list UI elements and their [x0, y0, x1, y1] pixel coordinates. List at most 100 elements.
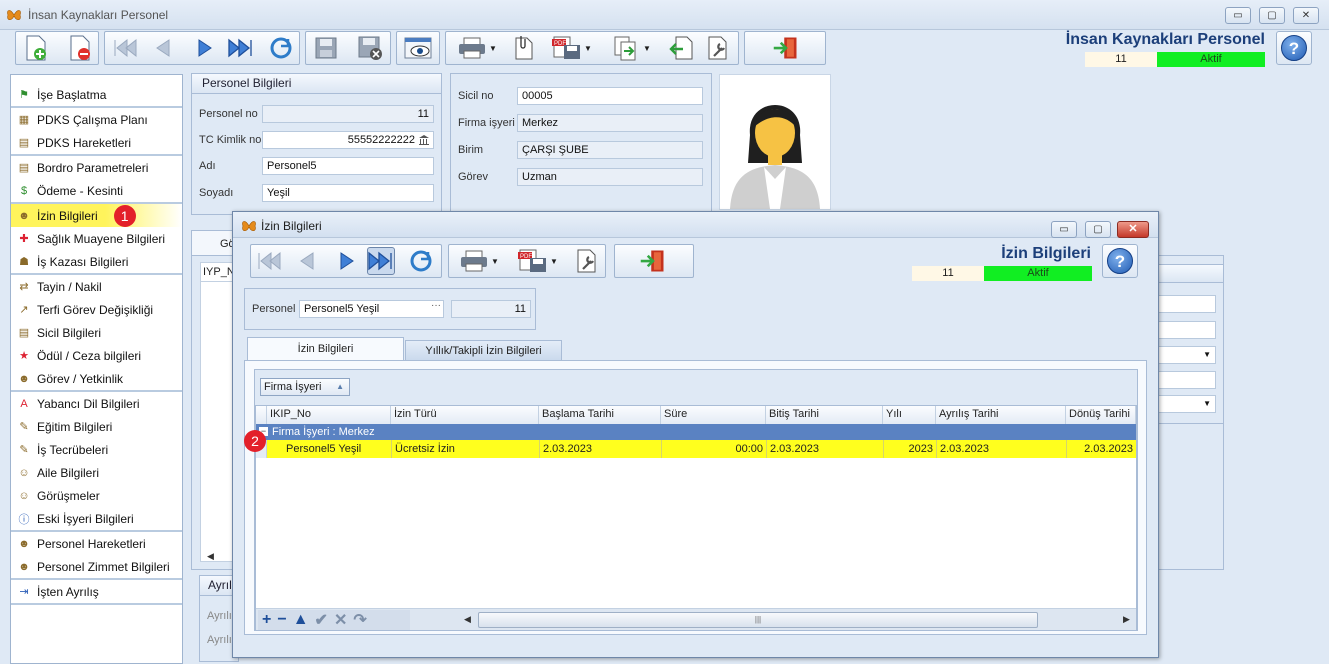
sidebar-item[interactable]: ⇄ Tayin / Nakil — [11, 275, 182, 298]
save-button[interactable] — [312, 34, 340, 62]
grid-cell-sure[interactable]: 00:00 — [661, 440, 766, 458]
grid-cell-ayrilis[interactable]: 2.03.2023 — [936, 440, 1066, 458]
ad-field[interactable]: Personel5 — [262, 157, 434, 175]
grid-column-header[interactable]: Bitiş Tarihi — [766, 406, 883, 424]
cancel-save-button[interactable] — [356, 34, 384, 62]
sidebar-item[interactable]: A Yabancı Dil Bilgileri — [11, 392, 182, 415]
sidebar-item[interactable]: ✚ Sağlık Muayene Bilgileri — [11, 227, 182, 250]
help-button[interactable]: ? — [1276, 31, 1312, 65]
document-export-button[interactable]: ▼ — [606, 34, 658, 62]
refresh-button[interactable] — [267, 34, 295, 62]
dialog-first-button[interactable] — [255, 247, 283, 275]
grid-cell-yili[interactable]: 2023 — [883, 440, 936, 458]
previous-record-button[interactable] — [149, 34, 177, 62]
dialog-exit-button[interactable] — [639, 247, 667, 275]
import-button[interactable] — [668, 34, 696, 62]
background-field-1[interactable] — [1156, 295, 1216, 313]
dialog-maximize-button[interactable]: ▢ — [1085, 221, 1111, 238]
dialog-next-button[interactable] — [333, 247, 361, 275]
navigator-append-icon[interactable]: + — [262, 611, 271, 629]
group-by-chip[interactable]: Firma İşyeri ▲ — [260, 378, 350, 396]
preview-button[interactable] — [404, 34, 432, 62]
dialog-previous-button[interactable] — [293, 247, 321, 275]
sidebar-item[interactable]: ⓘ Eski İşyeri Bilgileri — [11, 507, 182, 530]
scroll-left-icon[interactable]: ◀ — [464, 614, 471, 625]
grid-cell-izin-turu[interactable]: Ücretsiz İzin — [391, 440, 539, 458]
dialog-refresh-button[interactable] — [407, 247, 435, 275]
dialog-settings-button[interactable] — [573, 247, 601, 275]
personel-photo[interactable] — [719, 74, 831, 210]
table-row[interactable]: Personel5 Yeşil Ücretsiz İzin 2.03.2023 00:… — [256, 440, 1136, 458]
sidebar-item[interactable]: ★ Ödül / Ceza bilgileri — [11, 344, 182, 367]
grid-cell-baslama[interactable]: 2.03.2023 — [539, 440, 661, 458]
soyad-field[interactable]: Yeşil — [262, 184, 434, 202]
sidebar-item[interactable]: ✎ Eğitim Bilgileri — [11, 415, 182, 438]
navigator-cancel-icon[interactable]: ✕ — [334, 610, 347, 630]
new-record-button[interactable] — [22, 34, 50, 62]
dialog-print-button[interactable]: ▼ — [453, 247, 505, 275]
bank-icon[interactable] — [418, 134, 430, 146]
sidebar-item[interactable]: ▤ Bordro Parametreleri — [11, 156, 182, 179]
tc-kimlik-field[interactable]: 55552222222 — [262, 131, 434, 149]
next-record-button[interactable] — [191, 34, 219, 62]
navigator-delete-icon[interactable]: − — [277, 611, 286, 629]
sidebar-item[interactable]: ⚑ İşe Başlatma — [11, 83, 182, 106]
sicil-no-field[interactable]: 00005 — [517, 87, 703, 105]
export-pdf-button[interactable]: PDF ▼ — [546, 34, 598, 62]
settings-button[interactable] — [704, 34, 732, 62]
sidebar-item[interactable]: ☻ Görev / Yetkinlik — [11, 367, 182, 390]
grid-cell-ikip-no[interactable]: Personel5 Yeşil — [283, 440, 391, 458]
exit-button[interactable] — [772, 34, 800, 62]
sidebar-item[interactable]: ☺ Aile Bilgileri — [11, 461, 182, 484]
navigator-confirm-icon[interactable]: ✔ — [315, 610, 328, 630]
sidebar-item[interactable]: ☻ Personel Hareketleri — [11, 532, 182, 555]
dialog-personel-lookup[interactable]: Personel5 Yeşil — [299, 300, 444, 318]
background-dropdown-1[interactable]: ▼ — [1156, 346, 1216, 364]
maximize-button[interactable]: ▢ — [1259, 7, 1285, 24]
attachment-button[interactable] — [510, 34, 538, 62]
grid-column-header[interactable]: Yılı — [883, 406, 936, 424]
close-button[interactable]: ✕ — [1293, 7, 1319, 24]
sidebar-item[interactable]: ▤ Sicil Bilgileri — [11, 321, 182, 344]
dialog-help-button[interactable]: ? — [1102, 244, 1138, 278]
background-field-2[interactable] — [1156, 321, 1216, 339]
grid-group-row[interactable]: − Firma İşyeri : Merkez — [256, 424, 1136, 440]
print-button[interactable]: ▼ — [452, 34, 502, 62]
grid-column-header[interactable]: IKIP_No — [267, 406, 391, 424]
grid-cell-bitis[interactable]: 2.03.2023 — [766, 440, 883, 458]
sidebar-item[interactable]: ☻ İzin Bilgileri 1 — [11, 204, 182, 227]
background-dropdown-2[interactable]: ▼ — [1156, 395, 1216, 413]
sidebar-item[interactable]: ☻ Personel Zimmet Bilgileri — [11, 555, 182, 578]
lookup-ellipsis-icon[interactable]: ··· — [431, 300, 441, 311]
dialog-last-button[interactable] — [367, 247, 395, 275]
grid-column-header[interactable]: Dönüş Tarihi — [1066, 406, 1136, 424]
scroll-right-icon[interactable]: ▶ — [1123, 614, 1130, 625]
sidebar-item[interactable]: $ Ödeme - Kesinti — [11, 179, 182, 202]
sidebar-item[interactable]: ☺ Görüşmeler — [11, 484, 182, 507]
grid-cell-donus[interactable]: 2.03.2023 — [1066, 440, 1136, 458]
dialog-export-pdf-button[interactable]: PDF ▼ — [511, 247, 565, 275]
dialog-minimize-button[interactable]: ▭ — [1051, 221, 1077, 238]
delete-record-button[interactable] — [66, 34, 94, 62]
grid-column-header[interactable]: İzin Türü — [391, 406, 539, 424]
sidebar-item[interactable]: ✎ İş Tecrübeleri — [11, 438, 182, 461]
minimize-button[interactable]: ▭ — [1225, 7, 1251, 24]
sidebar-item[interactable]: ▤ PDKS Hareketleri — [11, 131, 182, 154]
tab-yillik-takipli-izin[interactable]: Yıllık/Takipli İzin Bilgileri — [405, 340, 562, 361]
sidebar-item[interactable]: ⇥ İşten Ayrılış — [11, 580, 182, 603]
sidebar-item[interactable]: ↗ Terfi Görev Değişikliği — [11, 298, 182, 321]
last-record-button[interactable] — [227, 34, 255, 62]
first-record-button[interactable] — [111, 34, 139, 62]
horizontal-scrollbar-thumb[interactable]: ||| — [478, 612, 1038, 628]
sidebar-item[interactable]: ▦ PDKS Çalışma Planı — [11, 108, 182, 131]
tab-izin-bilgileri[interactable]: İzin Bilgileri — [247, 337, 404, 361]
background-field-3[interactable] — [1156, 371, 1216, 389]
background-scroll-left-icon[interactable]: ◀ — [207, 551, 214, 562]
grid-column-header[interactable]: Ayrılış Tarihi — [936, 406, 1066, 424]
grid-column-header[interactable]: Başlama Tarihi — [539, 406, 661, 424]
grid-column-header[interactable]: Süre — [661, 406, 766, 424]
navigator-edit-up-icon[interactable]: ▲ — [293, 611, 309, 629]
sidebar-item[interactable]: ☗ İş Kazası Bilgileri — [11, 250, 182, 273]
dialog-close-button[interactable]: ✕ — [1117, 221, 1149, 238]
navigator-refresh-icon[interactable]: ↷ — [353, 610, 366, 630]
